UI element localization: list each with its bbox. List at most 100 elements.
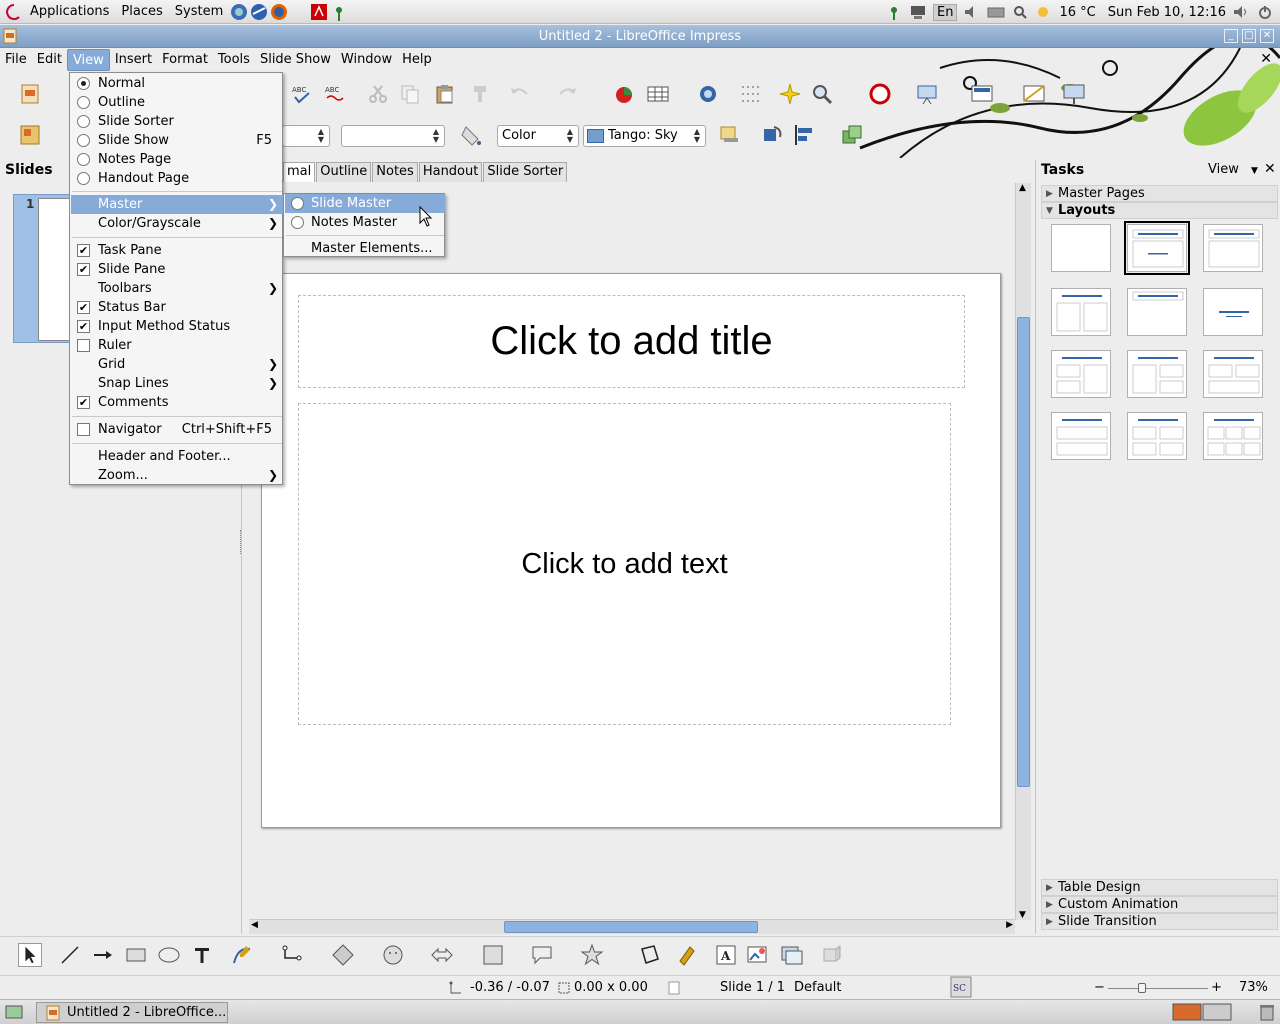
horizontal-scroll-thumb[interactable] [504,921,758,933]
autospellcheck-icon[interactable]: ABC [323,82,347,106]
section-master-pages[interactable]: ▶ Master Pages [1041,185,1278,202]
taskbar-window-button[interactable]: Untitled 2 - LibreOffice... [36,1002,228,1023]
menu-item-slide-show[interactable]: Slide Show F5 [71,131,283,150]
launcher-firefox-icon[interactable] [269,2,289,22]
menu-item-snap-lines[interactable]: Snap Lines ❯ [71,374,283,393]
maximize-button[interactable]: □ [1242,29,1256,43]
align-icon[interactable] [792,123,816,147]
status-zoom[interactable]: 73% [1239,980,1268,995]
title-placeholder[interactable]: Click to add title [298,295,965,388]
impress-app-icon[interactable] [3,28,17,44]
places-menu[interactable]: Places [115,0,168,24]
search-icon[interactable] [1011,4,1029,20]
menu-item-slide-sorter[interactable]: Slide Sorter [71,112,283,131]
grid-display-icon[interactable] [738,82,762,106]
minimize-button[interactable]: _ [1224,29,1238,43]
menu-item-status-bar[interactable]: ✔ Status Bar [71,298,283,317]
presentation-icon[interactable] [1062,82,1086,106]
layout-centered-text[interactable] [1203,288,1263,336]
area-style-dropdown[interactable]: Color ▲ ▼ [497,125,579,147]
weather-temperature[interactable]: 16 °C [1059,5,1095,20]
menu-item-header-footer[interactable]: Header and Footer... [71,447,283,466]
menu-insert[interactable]: Insert [110,49,157,71]
keyboard-icon[interactable] [987,4,1005,20]
layout-title-only-top[interactable] [1127,288,1187,336]
launcher-network-icon[interactable] [329,2,349,22]
spellcheck-icon[interactable]: ABC [290,82,314,106]
workspace-switcher-icon[interactable] [1172,1003,1232,1021]
cut-icon[interactable] [366,82,390,106]
section-table-design[interactable]: ▶ Table Design [1041,879,1278,896]
tasks-close-button[interactable]: ✕ [1264,161,1276,177]
rotate-icon[interactable] [760,123,784,147]
stars-icon[interactable] [580,943,604,967]
toggle-extrusion-icon[interactable] [820,943,844,967]
layout-title-content-2[interactable] [1127,350,1187,398]
tab-slide-sorter[interactable]: Slide Sorter [483,162,568,182]
table-icon[interactable] [646,82,670,106]
layout-title-2-content-top[interactable] [1203,350,1263,398]
slide-thumbnail-selection[interactable]: 1 [13,194,73,343]
network-icon[interactable] [909,4,927,20]
gallery-icon[interactable] [780,943,804,967]
tab-handout[interactable]: Handout [418,162,483,182]
close-window-button[interactable]: ✕ [1260,29,1274,43]
rectangle-tool-icon[interactable] [124,943,148,967]
vertical-scrollbar[interactable]: ▲ ▼ [1015,183,1031,920]
section-custom-animation[interactable]: ▶ Custom Animation [1041,896,1278,913]
paste-icon[interactable] [433,82,457,106]
line-tool-icon[interactable] [58,943,82,967]
layout-title-only[interactable] [1203,224,1263,272]
menu-item-master-elements[interactable]: Master Elements... [285,239,445,258]
volume-icon[interactable] [963,4,981,20]
slide-canvas[interactable]: Click to add title Click to add text [261,273,1001,828]
symbol-shapes-icon[interactable] [381,943,405,967]
menu-item-input-method-status[interactable]: ✔ Input Method Status [71,317,283,336]
chart-icon[interactable] [612,82,636,106]
wireless-icon[interactable] [885,4,903,20]
layout-title-content-over-content[interactable] [1051,412,1111,460]
menu-item-normal[interactable]: Normal [71,74,283,93]
slide-design-icon[interactable] [1022,82,1046,106]
menu-item-handout-page[interactable]: Handout Page [71,169,283,188]
clone-formatting-icon[interactable] [468,82,492,106]
document-modified-icon[interactable] [667,981,681,995]
menu-item-toolbars[interactable]: Toolbars ❯ [71,279,283,298]
line-width-field[interactable]: ▲ ▼ [282,125,330,147]
layout-title-6-content[interactable] [1203,412,1263,460]
zoom-icon[interactable] [810,82,834,106]
arrange-icon[interactable] [840,123,864,147]
slide-thumbnail[interactable] [38,198,71,341]
new-document-icon[interactable] [18,82,42,106]
zoom-slider[interactable] [1108,988,1208,989]
tab-outline[interactable]: Outline [316,162,372,182]
glue-points-icon[interactable] [674,943,698,967]
zoom-slider-thumb[interactable] [1138,983,1146,993]
menu-item-notes-page[interactable]: Notes Page [71,150,283,169]
window-titlebar[interactable]: Untitled 2 - LibreOffice Impress _ □ ✕ [0,25,1280,48]
arrow-line-tool-icon[interactable] [91,943,115,967]
copy-icon[interactable] [398,82,422,106]
scroll-down-arrow-icon[interactable]: ▼ [1019,910,1026,920]
points-icon[interactable] [638,943,662,967]
select-arrow-icon[interactable] [18,943,42,967]
applications-menu[interactable]: Applications [24,0,115,24]
menu-item-navigator[interactable]: Navigator Ctrl+Shift+F5 [71,420,283,439]
slide-show-icon[interactable] [915,82,939,106]
menu-edit[interactable]: Edit [32,49,67,71]
menu-slide-show[interactable]: Slide Show [255,49,336,71]
layout-title-4-content[interactable] [1127,412,1187,460]
trash-icon[interactable] [1258,1003,1276,1021]
menu-item-task-pane[interactable]: ✔ Task Pane [71,241,283,260]
section-slide-transition[interactable]: ▶ Slide Transition [1041,913,1278,930]
body-placeholder[interactable]: Click to add text [298,403,951,725]
tab-normal[interactable]: mal [283,162,316,182]
redo-icon[interactable] [556,82,580,106]
menu-file[interactable]: File [0,49,32,71]
scroll-right-arrow-icon[interactable]: ▶ [1006,920,1013,930]
horizontal-scrollbar[interactable]: ◀ ▶ [249,919,1015,934]
clock[interactable]: Sun Feb 10, 12:16 [1108,5,1226,20]
keyboard-layout-indicator[interactable]: En [932,3,958,21]
menu-view[interactable]: View [66,49,110,71]
layout-title-2-content[interactable] [1051,288,1111,336]
